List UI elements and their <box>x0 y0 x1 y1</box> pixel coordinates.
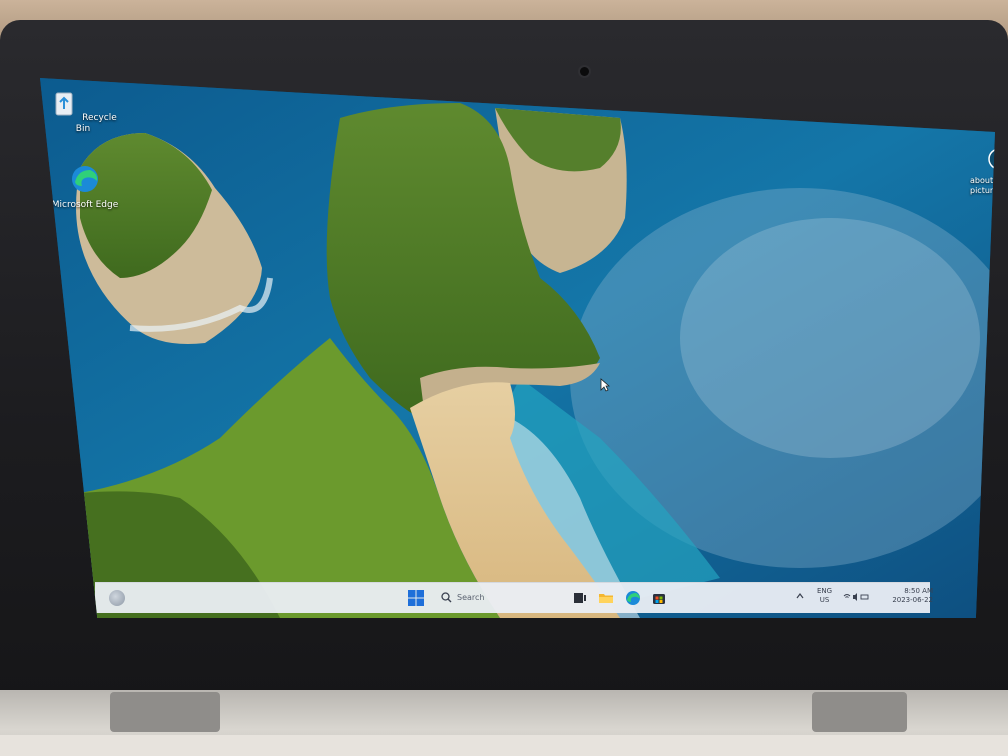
edge-icon <box>72 166 98 192</box>
laptop-screen: Recycle Bin Microsoft Edge Learn about t… <box>40 78 995 618</box>
store-icon[interactable] <box>651 590 667 606</box>
keyboard-deck-edge <box>0 735 1008 756</box>
desktop-wallpaper <box>40 78 995 618</box>
right-hinge <box>812 692 907 732</box>
spotlight-learn-about-picture[interactable]: Learn about this picture <box>970 148 995 196</box>
desktop-icon-microsoft-edge[interactable]: Microsoft Edge <box>50 164 120 211</box>
chevron-up-icon[interactable] <box>795 591 805 601</box>
recycle-bin-icon <box>55 92 73 116</box>
file-explorer-icon[interactable] <box>598 590 614 606</box>
edge-icon[interactable] <box>625 590 641 606</box>
desktop-icon-recycle-bin[interactable]: Recycle Bin <box>48 88 118 135</box>
widgets-weather-icon[interactable] <box>109 590 125 606</box>
mouse-cursor-icon <box>600 378 610 392</box>
language-region: US <box>819 596 830 604</box>
system-clock[interactable]: 8:50 AM 2023-06-22 <box>873 587 933 605</box>
windows-start-icon[interactable] <box>408 590 424 606</box>
left-hinge <box>110 692 220 732</box>
clock-date: 2023-06-22 <box>892 596 933 604</box>
search-icon <box>441 592 452 603</box>
wifi-volume-battery-icons[interactable] <box>843 592 869 602</box>
webcam <box>580 67 589 76</box>
spotlight-label: Learn about this picture <box>970 176 995 195</box>
taskbar: Search ENG US 8:50 AM 2023-06-22 <box>95 582 933 613</box>
language-indicator[interactable]: ENG US <box>817 587 832 605</box>
desktop-icon-label: Microsoft Edge <box>51 200 119 210</box>
desktop-icon-label: Recycle Bin <box>75 113 117 134</box>
taskbar-search-box[interactable]: Search <box>437 588 555 608</box>
task-view-icon[interactable] <box>572 590 588 606</box>
language-code: ENG <box>817 587 833 595</box>
search-placeholder: Search <box>457 593 485 602</box>
clock-time: 8:50 AM <box>904 587 933 595</box>
